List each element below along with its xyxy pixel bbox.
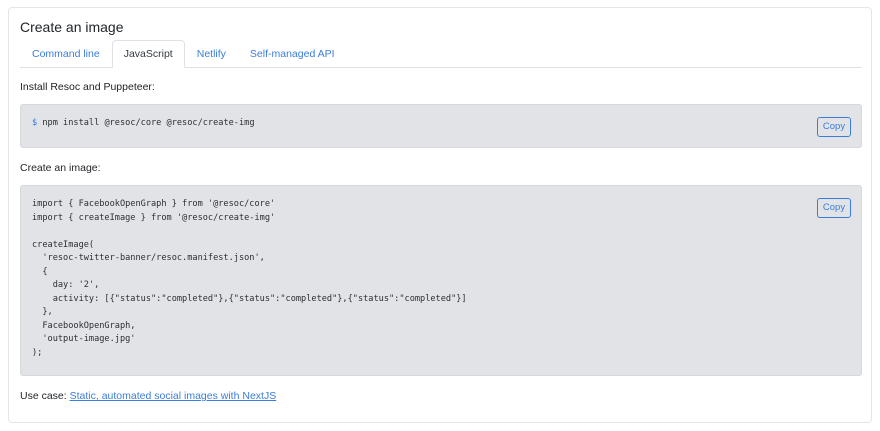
create-image-card: Create an image Command line JavaScript …: [8, 7, 872, 423]
create-label: Create an image:: [20, 162, 101, 174]
install-code-lines: $ npm install @resoc/core @resoc/create-…: [32, 117, 255, 131]
tab-command-line[interactable]: Command line: [20, 40, 112, 68]
install-command-line: $ npm install @resoc/core @resoc/create-…: [32, 117, 255, 131]
use-case: Use case: Static, automated social image…: [20, 389, 276, 403]
code-line: 'output-image.jpg': [32, 334, 136, 344]
code-line: day: '2',: [32, 280, 100, 290]
copy-create-button[interactable]: Copy: [817, 198, 851, 218]
tab-javascript[interactable]: JavaScript: [111, 40, 185, 68]
create-code-block: import { FacebookOpenGraph } from '@reso…: [20, 185, 862, 376]
code-line: },: [32, 307, 53, 317]
create-code-lines: import { FacebookOpenGraph } from '@reso…: [32, 198, 467, 360]
code-line: import { FacebookOpenGraph } from '@reso…: [32, 199, 276, 209]
copy-install-button[interactable]: Copy: [817, 117, 851, 137]
install-code-block: $ npm install @resoc/core @resoc/create-…: [20, 104, 862, 148]
code-line: createImage(: [32, 239, 95, 250]
tab-netlify[interactable]: Netlify: [185, 40, 238, 68]
install-label: Install Resoc and Puppeteer:: [20, 81, 155, 93]
tab-bar: Command line JavaScript Netlify Self-man…: [20, 40, 862, 68]
code-line: activity: [{"status":"completed"},{"stat…: [32, 293, 467, 304]
code-line: import { createImage } from '@resoc/crea…: [32, 212, 276, 223]
use-case-prefix: Use case:: [20, 390, 70, 402]
code-line: );: [32, 347, 43, 358]
install-command: npm install @resoc/core @resoc/create-im…: [37, 118, 255, 128]
tab-self-managed-api[interactable]: Self-managed API: [238, 40, 347, 68]
code-line: {: [32, 266, 48, 277]
code-line: 'resoc-twitter-banner/resoc.manifest.jso…: [32, 253, 265, 263]
use-case-link[interactable]: Static, automated social images with Nex…: [70, 390, 277, 402]
code-line: FacebookOpenGraph,: [32, 320, 136, 331]
card-title: Create an image: [20, 19, 124, 35]
